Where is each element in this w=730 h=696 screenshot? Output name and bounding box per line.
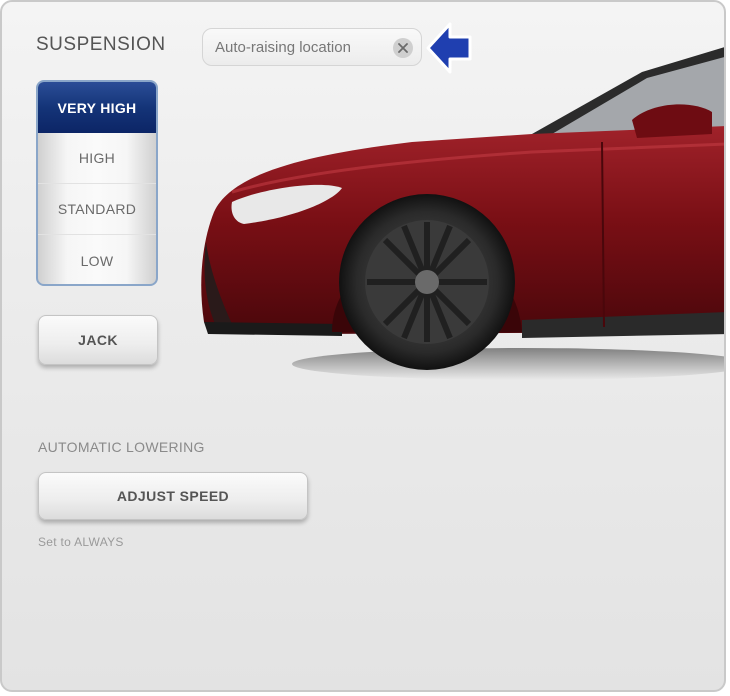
car-image bbox=[201, 47, 724, 380]
level-high-button[interactable]: HIGH bbox=[38, 133, 156, 184]
automatic-lowering-label: AUTOMATIC LOWERING bbox=[38, 439, 205, 455]
automatic-lowering-status: Set to ALWAYS bbox=[38, 535, 124, 549]
adjust-speed-button[interactable]: ADJUST SPEED bbox=[38, 472, 308, 520]
level-standard-button[interactable]: STANDARD bbox=[38, 184, 156, 235]
page-title: SUSPENSION bbox=[36, 34, 166, 55]
suspension-level-selector: VERY HIGH HIGH STANDARD LOW bbox=[36, 80, 158, 286]
level-very-high-button[interactable]: VERY HIGH bbox=[38, 82, 156, 133]
level-low-button[interactable]: LOW bbox=[38, 235, 156, 284]
jack-button[interactable]: JACK bbox=[38, 315, 158, 365]
suspension-panel: SUSPENSION Auto-raising location VERY HI… bbox=[0, 0, 726, 692]
